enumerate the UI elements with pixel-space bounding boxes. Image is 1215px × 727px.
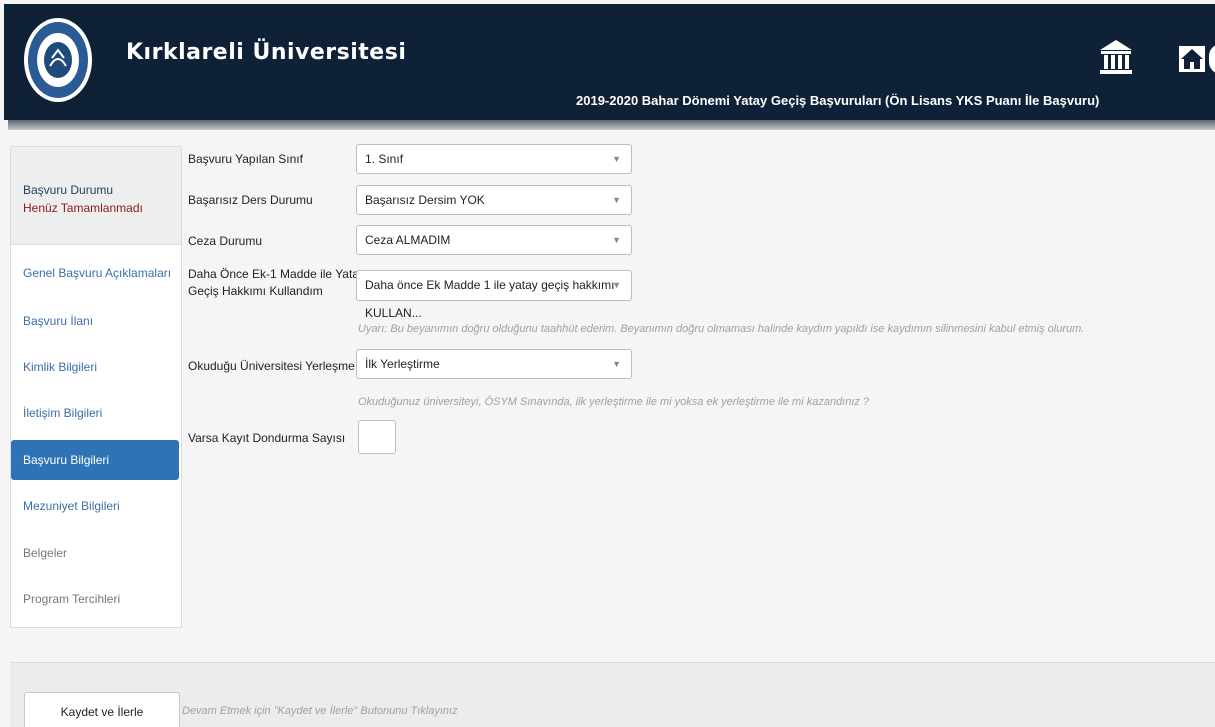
sidebar-item-kimlik-bilgileri[interactable]: Kimlik Bilgileri xyxy=(11,347,181,387)
ek1-madde-label-line1: Daha Önce Ek-1 Madde ile Yatay xyxy=(188,267,365,281)
basarisiz-ders-select-value: Başarısız Dersim YOK xyxy=(365,193,485,207)
sidebar-item-basvuru-bilgileri[interactable]: Başvuru Bilgileri xyxy=(11,440,179,480)
ceza-durumu-label: Ceza Durumu xyxy=(188,234,263,248)
chevron-down-icon: ▼ xyxy=(612,195,621,205)
kayit-dondurma-input[interactable] xyxy=(358,420,396,454)
sidebar-item-iletisim-bilgileri[interactable]: İletişim Bilgileri xyxy=(11,393,181,433)
ek1-madde-hint: Uyarı: Bu beyanımın doğru olduğunu taahh… xyxy=(358,323,1085,335)
yerlesme-sekli-label: Okuduğu Üniversitesi Yerleşme Şekli xyxy=(188,359,385,373)
ek1-madde-select-value: Daha önce Ek Madde 1 ile yatay geçiş hak… xyxy=(365,278,615,320)
status-value: Henüz Tamamlanmadı xyxy=(23,201,143,215)
application-status-box: Başvuru Durumu Henüz Tamamlanmadı xyxy=(11,147,181,245)
ceza-durumu-select-value: Ceza ALMADIM xyxy=(365,233,451,247)
header-divider xyxy=(8,120,1215,130)
extra-icon[interactable] xyxy=(1209,44,1215,74)
university-logo[interactable] xyxy=(22,12,94,108)
sidebar: Başvuru Durumu Henüz Tamamlanmadı Genel … xyxy=(10,146,182,628)
chevron-down-icon: ▼ xyxy=(612,235,621,245)
ek1-madde-select[interactable]: Daha önce Ek Madde 1 ile yatay geçiş hak… xyxy=(356,270,632,320)
university-title: Kırklareli Üniversitesi xyxy=(126,40,407,65)
save-and-continue-button[interactable]: Kaydet ve İlerle xyxy=(24,692,180,727)
kayit-dondurma-label: Varsa Kayıt Dondurma Sayısı xyxy=(188,431,346,445)
home-icon[interactable] xyxy=(1177,44,1207,74)
chevron-down-icon: ▼ xyxy=(612,280,621,290)
basarisiz-ders-select[interactable]: Başarısız Dersim YOK ▼ xyxy=(356,185,632,215)
footer-bar xyxy=(10,662,1215,727)
application-period-title: 2019-2020 Bahar Dönemi Yatay Geçiş Başvu… xyxy=(576,93,1100,108)
sinif-select-value: 1. Sınıf xyxy=(365,152,404,166)
chevron-down-icon: ▼ xyxy=(612,359,621,369)
sidebar-item-basvuru-ilani[interactable]: Başvuru İlanı xyxy=(11,301,181,341)
sidebar-item-belgeler[interactable]: Belgeler xyxy=(11,533,181,573)
ceza-durumu-select[interactable]: Ceza ALMADIM ▼ xyxy=(356,225,632,255)
app-header: Kırklareli Üniversitesi 2019-2020 Bahar … xyxy=(4,4,1215,120)
yerlesme-sekli-select-value: İlk Yerleştirme xyxy=(365,357,440,371)
ek1-madde-label: Daha Önce Ek-1 Madde ile Yatay Geçiş Hak… xyxy=(188,266,365,300)
sinif-select[interactable]: 1. Sınıf ▼ xyxy=(356,144,632,174)
sidebar-item-program-tercihleri[interactable]: Program Tercihleri xyxy=(11,579,181,619)
sinif-label: Başvuru Yapılan Sınıf xyxy=(188,152,303,166)
chevron-down-icon: ▼ xyxy=(612,154,621,164)
sidebar-item-genel-basvuru-aciklamalari[interactable]: Genel Başvuru Açıklamaları xyxy=(11,253,181,293)
sidebar-item-mezuniyet-bilgileri[interactable]: Mezuniyet Bilgileri xyxy=(11,486,181,526)
ek1-madde-label-line2: Geçiş Hakkımı Kullandım xyxy=(188,284,323,298)
yerlesme-sekli-select[interactable]: İlk Yerleştirme ▼ xyxy=(356,349,632,379)
status-title: Başvuru Durumu xyxy=(23,183,114,197)
yerlesme-sekli-hint: Okuduğunuz üniversiteyi, ÖSYM Sınavında,… xyxy=(358,396,870,408)
basarisiz-ders-label: Başarısız Ders Durumu xyxy=(188,193,313,207)
bank-icon[interactable] xyxy=(1098,38,1134,76)
footer-hint: Devam Etmek için "Kaydet ve İlerle" Buto… xyxy=(182,705,458,717)
